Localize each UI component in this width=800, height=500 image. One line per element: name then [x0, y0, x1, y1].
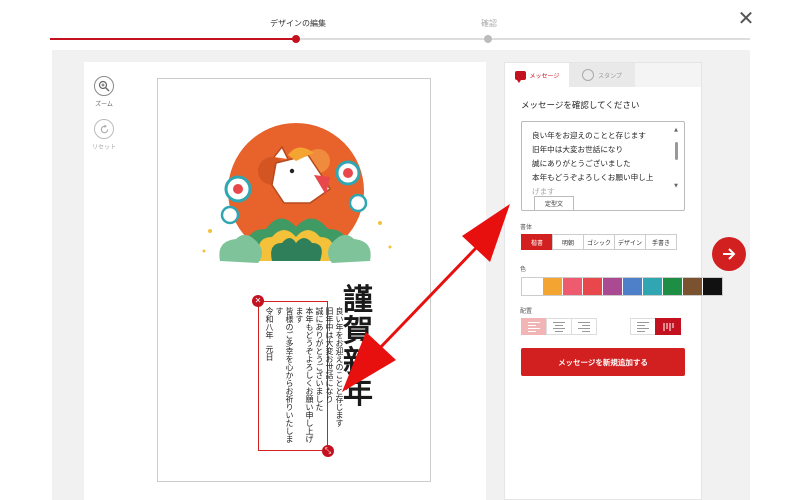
- template-text-button[interactable]: 定型文: [534, 196, 574, 211]
- horse-illustration: [202, 123, 392, 263]
- message-line: 旧年中は大変お世話になり: [325, 307, 334, 403]
- color-palette: [521, 277, 723, 296]
- message-date-suffix: 元日: [265, 345, 274, 361]
- greeting-text: 謹 賀 新 年: [338, 285, 378, 415]
- color-label: 色: [520, 266, 527, 273]
- greeting-char: 謹: [343, 283, 373, 318]
- vertical-text-button[interactable]: [655, 318, 681, 335]
- message-line: 誠にありがとうございました: [315, 307, 324, 411]
- text-align-group: [521, 318, 597, 335]
- resize-handle-icon[interactable]: ⤡: [322, 445, 334, 457]
- reset-label: リセット: [91, 144, 116, 151]
- reset-icon: [94, 119, 114, 139]
- font-option-gothic[interactable]: ゴシック: [583, 234, 615, 250]
- tab-stamp[interactable]: スタンプ: [569, 63, 635, 87]
- zoom-icon: [94, 76, 114, 96]
- delete-box-icon[interactable]: ✕: [252, 295, 264, 307]
- close-icon[interactable]: ✕: [736, 8, 756, 28]
- greeting-char: 賀: [343, 314, 373, 349]
- speech-bubble-icon: [514, 70, 526, 83]
- horizontal-text-button[interactable]: [630, 318, 656, 335]
- arrow-right-icon: [723, 248, 736, 260]
- step-dot-confirm: [484, 35, 492, 43]
- font-option-kaisho[interactable]: 楷書: [521, 234, 553, 250]
- textarea-line: 本年もどうぞよろしくお願い申し上: [532, 173, 654, 182]
- message-line: 良い年をお迎えのことと存じます: [335, 307, 344, 427]
- message-line: 本年もどうぞよろしくお願い申し上げます: [295, 307, 314, 443]
- textarea-line: 旧年中は大変お世話になり: [532, 145, 624, 154]
- new-year-card: 謹 賀 新 年 良い年をお迎えのことと存じます 旧年中は大変お世話になり 誠にあ…: [157, 78, 431, 482]
- progress-stepper: デザインの編集 確認: [0, 0, 800, 50]
- color-swatch[interactable]: [682, 278, 702, 295]
- greeting-char: 新: [343, 345, 373, 380]
- textarea-scrollbar[interactable]: [675, 134, 678, 180]
- color-swatch[interactable]: [622, 278, 642, 295]
- step-label-confirm: 確認: [481, 19, 497, 28]
- scroll-down-icon[interactable]: ▼: [674, 183, 678, 189]
- message-line: 皆様のご多幸を心からお祈りいたします: [275, 307, 294, 443]
- color-swatch[interactable]: [562, 278, 582, 295]
- color-swatch[interactable]: [662, 278, 682, 295]
- font-label: 書体: [520, 224, 533, 231]
- step-remaining-line: [296, 38, 750, 40]
- font-option-handwriting[interactable]: 手書き: [645, 234, 677, 250]
- tab-spacer: [635, 63, 701, 87]
- color-swatch[interactable]: [582, 278, 602, 295]
- align-left-button[interactable]: [521, 318, 547, 335]
- color-swatch[interactable]: [642, 278, 662, 295]
- message-text-box[interactable]: 良い年をお迎えのことと存じます 旧年中は大変お世話になり 誠にありがとうございま…: [258, 301, 344, 451]
- step-label-edit: デザインの編集: [270, 19, 326, 28]
- font-option-design[interactable]: デザイン: [614, 234, 646, 250]
- color-swatch[interactable]: [542, 278, 562, 295]
- layout-label: 配置: [520, 308, 533, 315]
- zoom-button[interactable]: ズーム: [84, 76, 124, 108]
- color-swatch[interactable]: [702, 278, 722, 295]
- tab-message-label: メッセージ: [529, 72, 560, 80]
- font-selector: 楷書 明朝 ゴシック デザイン 手書き: [521, 234, 677, 250]
- message-vertical-text: 良い年をお迎えのことと存じます 旧年中は大変お世話になり 誠にありがとうございま…: [262, 307, 344, 445]
- align-center-button[interactable]: [546, 318, 572, 335]
- textarea-line: 良い年をお迎えのことと存じます: [532, 131, 646, 140]
- step-dot-edit: [292, 35, 300, 43]
- reset-button[interactable]: リセット: [84, 119, 124, 151]
- add-message-button[interactable]: メッセージを新規追加する: [521, 348, 685, 376]
- smiley-icon: [582, 69, 595, 81]
- scroll-thumb[interactable]: [675, 142, 678, 160]
- scroll-up-icon[interactable]: ▲: [674, 127, 678, 133]
- greeting-char: 年: [343, 376, 373, 411]
- next-step-button[interactable]: [712, 237, 746, 271]
- message-date: 令和八年元日: [264, 307, 274, 445]
- text-direction-group: [630, 318, 681, 335]
- panel-title: メッセージを確認してください: [521, 101, 640, 111]
- textarea-line: 誠にありがとうございました: [532, 159, 631, 168]
- step-progress-line: [50, 38, 296, 40]
- color-swatch[interactable]: [522, 278, 542, 295]
- tab-message[interactable]: メッセージ: [505, 63, 569, 87]
- align-right-button[interactable]: [571, 318, 597, 335]
- color-swatch[interactable]: [602, 278, 622, 295]
- message-date-era: 令和八年: [265, 307, 274, 339]
- zoom-label: ズーム: [95, 101, 113, 108]
- panel-tabs: メッセージ スタンプ: [505, 63, 701, 87]
- font-option-mincho[interactable]: 明朝: [552, 234, 584, 250]
- tab-stamp-label: スタンプ: [598, 72, 622, 80]
